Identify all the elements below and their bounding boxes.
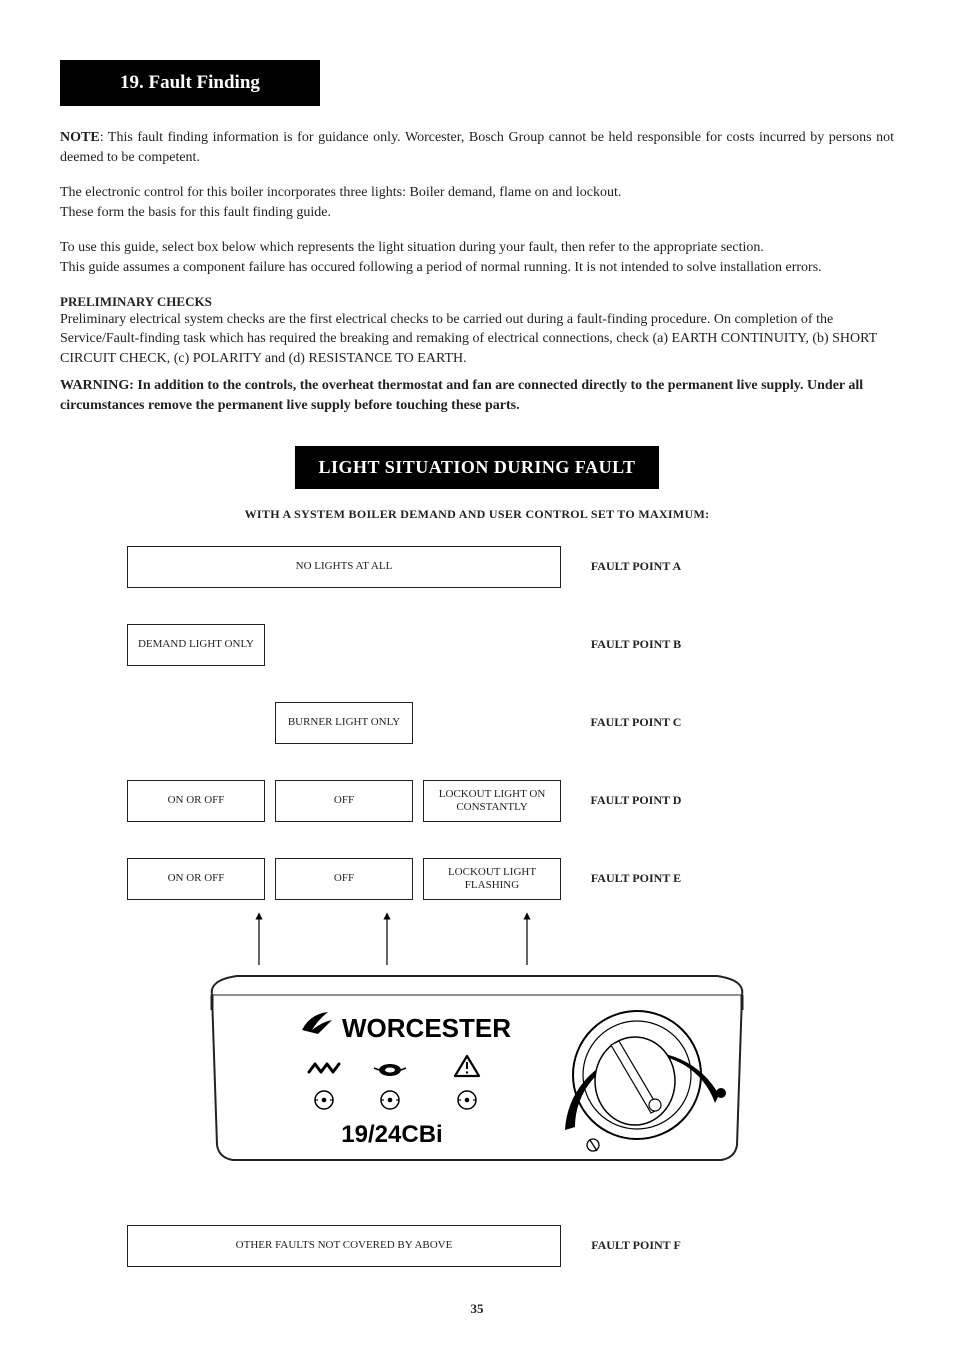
light-situation-header: LIGHT SITUATION DURING FAULT	[60, 446, 894, 489]
section-number: 19.	[120, 72, 144, 93]
fault-row-c: BURNER LIGHT ONLY FAULT POINT C	[127, 702, 827, 744]
preliminary-checks-title: PRELIMINARY CHECKS	[60, 294, 894, 310]
led-demand	[315, 1091, 333, 1109]
cell-d-col2: OFF	[275, 780, 413, 822]
fault-row-b: DEMAND LIGHT ONLY FAULT POINT B	[127, 624, 827, 666]
intro-para-1: The electronic control for this boiler i…	[60, 183, 894, 222]
cell-no-lights: NO LIGHTS AT ALL	[127, 546, 561, 588]
demand-icon	[309, 1064, 339, 1072]
intro-line1b: These form the basis for this fault find…	[60, 205, 331, 220]
intro-line2b: This guide assumes a component failure h…	[60, 260, 822, 275]
subhead: WITH A SYSTEM BOILER DEMAND AND USER CON…	[60, 507, 894, 522]
model-text: 19/24CBi	[341, 1121, 442, 1148]
cell-e-col3: LOCKOUT LIGHT FLASHING	[423, 858, 561, 900]
cell-d-col1: ON OR OFF	[127, 780, 265, 822]
note-text: : This fault finding information is for …	[60, 130, 894, 165]
fault-point-b: FAULT POINT B	[591, 637, 681, 652]
control-dial	[565, 1011, 726, 1151]
fault-point-d: FAULT POINT D	[591, 793, 682, 808]
note-paragraph: NOTE: This fault finding information is …	[60, 128, 894, 167]
intro-para-2: To use this guide, select box below whic…	[60, 238, 894, 277]
warning-text: WARNING: In addition to the controls, th…	[60, 376, 894, 415]
section-header: 19. Fault Finding	[60, 60, 320, 106]
cell-e-col2: OFF	[275, 858, 413, 900]
led-burner	[381, 1091, 399, 1109]
fault-row-d: ON OR OFF OFF LOCKOUT LIGHT ON CONSTANTL…	[127, 780, 827, 822]
section-title: Fault Finding	[149, 72, 260, 93]
intro-line2: To use this guide, select box below whic…	[60, 240, 764, 255]
cell-other-faults: OTHER FAULTS NOT COVERED BY ABOVE	[127, 1225, 561, 1267]
fault-diagram: NO LIGHTS AT ALL FAULT POINT A DEMAND LI…	[127, 546, 827, 1267]
lockout-icon	[455, 1056, 479, 1076]
page-number: 35	[60, 1301, 894, 1317]
cell-e-col1: ON OR OFF	[127, 858, 265, 900]
fault-row-a: NO LIGHTS AT ALL FAULT POINT A	[127, 546, 827, 588]
cell-burner-light: BURNER LIGHT ONLY	[275, 702, 413, 744]
fault-row-e: ON OR OFF OFF LOCKOUT LIGHT FLASHING FAU…	[127, 858, 827, 900]
worcester-logo: WORCESTER	[302, 1012, 511, 1043]
intro-line1: The electronic control for this boiler i…	[60, 185, 621, 200]
light-situation-label: LIGHT SITUATION DURING FAULT	[295, 446, 660, 489]
fault-row-f: OTHER FAULTS NOT COVERED BY ABOVE FAULT …	[127, 1225, 827, 1267]
cell-d-col3: LOCKOUT LIGHT ON CONSTANTLY	[423, 780, 561, 822]
note-label: NOTE	[60, 130, 100, 145]
fault-point-c: FAULT POINT C	[591, 715, 682, 730]
fault-point-f: FAULT POINT F	[591, 1238, 681, 1253]
burner-icon	[374, 1064, 406, 1076]
preliminary-checks-text: Preliminary electrical system checks are…	[60, 310, 894, 369]
brand-text: WORCESTER	[342, 1013, 511, 1043]
fault-point-e: FAULT POINT E	[591, 871, 681, 886]
boiler-panel-illustration: WORCESTER	[197, 910, 757, 1185]
fault-point-a: FAULT POINT A	[591, 559, 681, 574]
cell-demand-light: DEMAND LIGHT ONLY	[127, 624, 265, 666]
led-lockout	[458, 1091, 476, 1109]
